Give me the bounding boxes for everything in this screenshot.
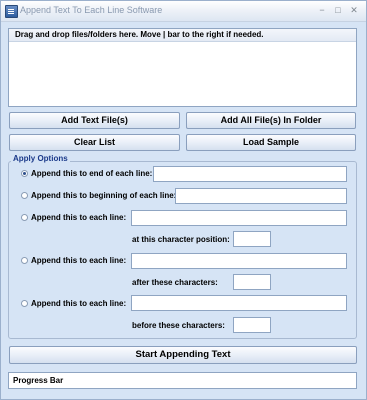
after-characters-option-label: Append this to each line: xyxy=(31,256,127,265)
file-list-header-label: Drag and drop files/folders here. Move |… xyxy=(15,30,264,39)
app-icon xyxy=(5,5,18,18)
load-sample-button[interactable]: Load Sample xyxy=(186,134,356,151)
after-characters-text-field[interactable] xyxy=(131,253,347,269)
after-characters-label: after these characters: xyxy=(132,278,218,287)
progress-bar: Progress Bar xyxy=(8,372,357,389)
add-all-files-in-folder-button[interactable]: Add All File(s) In Folder xyxy=(186,112,356,129)
file-list-column-header[interactable]: Drag and drop files/folders here. Move |… xyxy=(9,29,356,42)
start-appending-text-button[interactable]: Start Appending Text xyxy=(9,346,357,364)
title-bar[interactable]: Append Text To Each Line Software − □ ✕ xyxy=(1,1,366,22)
end-of-line-text-field[interactable] xyxy=(153,166,347,182)
at-position-text-field[interactable] xyxy=(131,210,347,226)
minimize-button[interactable]: − xyxy=(315,4,329,16)
file-drop-list[interactable]: Drag and drop files/folders here. Move |… xyxy=(8,28,357,107)
at-position-label: Append this to each line: xyxy=(31,213,127,222)
after-characters-field[interactable] xyxy=(233,274,271,290)
add-text-files-button[interactable]: Add Text File(s) xyxy=(9,112,180,129)
end-of-line-radio[interactable] xyxy=(21,170,28,177)
close-button[interactable]: ✕ xyxy=(347,4,361,16)
beginning-of-line-label: Append this to beginning of each line: xyxy=(31,191,177,200)
at-position-radio[interactable] xyxy=(21,214,28,221)
before-characters-radio[interactable] xyxy=(21,300,28,307)
clear-list-button[interactable]: Clear List xyxy=(9,134,180,151)
before-characters-option-label: Append this to each line: xyxy=(31,299,127,308)
before-characters-text-field[interactable] xyxy=(131,295,347,311)
beginning-of-line-text-field[interactable] xyxy=(175,188,347,204)
character-position-field[interactable] xyxy=(233,231,271,247)
before-characters-label: before these characters: xyxy=(132,321,225,330)
app-window: Append Text To Each Line Software − □ ✕ … xyxy=(0,0,367,400)
beginning-of-line-radio[interactable] xyxy=(21,192,28,199)
after-characters-radio[interactable] xyxy=(21,257,28,264)
window-title: Append Text To Each Line Software xyxy=(20,5,163,15)
maximize-button[interactable]: □ xyxy=(331,4,345,16)
before-characters-field[interactable] xyxy=(233,317,271,333)
apply-options-legend: Apply Options xyxy=(11,154,70,163)
progress-bar-label: Progress Bar xyxy=(13,376,64,385)
character-position-label: at this character position: xyxy=(132,235,230,244)
end-of-line-label: Append this to end of each line: xyxy=(31,169,153,178)
